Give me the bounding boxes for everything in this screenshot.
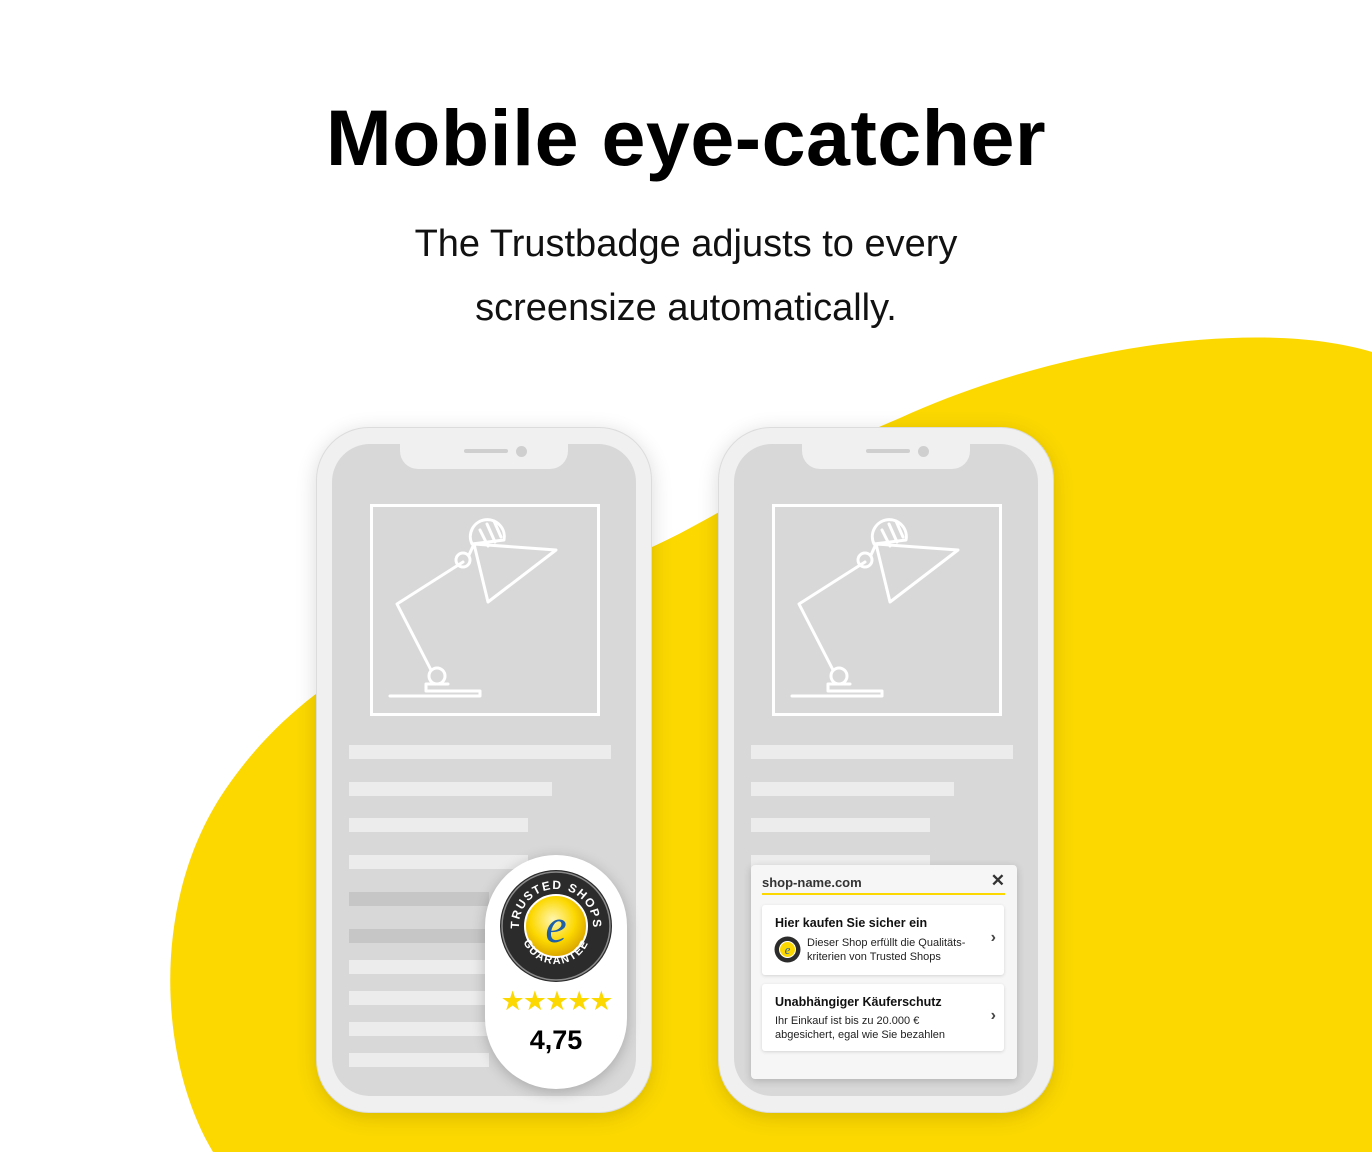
card-description: Ihr Einkauf ist bis zu 20.000 € abgesich…	[775, 1014, 975, 1042]
camera-icon	[918, 446, 929, 457]
shop-domain-label: shop-name.com	[762, 875, 862, 890]
placeholder-line	[349, 1022, 489, 1036]
trustbadge-button[interactable]: TRUSTED SHOPS GUARANTEE e ★★★★★ 4,75	[485, 855, 627, 1089]
speaker-icon	[866, 449, 910, 453]
page-subtitle: The Trustbadge adjusts to every screensi…	[0, 212, 1372, 340]
camera-icon	[516, 446, 527, 457]
phone-notch	[802, 444, 970, 469]
chevron-right-icon: ›	[990, 929, 996, 946]
trustbadge-panel: shop-name.com ✕ Hier kaufen Sie sicher e…	[751, 865, 1017, 1079]
subtitle-line-1: The Trustbadge adjusts to every	[414, 223, 958, 265]
placeholder-line	[349, 960, 489, 974]
placeholder-line	[751, 818, 930, 832]
svg-text:e: e	[545, 900, 566, 953]
card-text-line: abgesichert, egal wie Sie bezahlen	[775, 1029, 946, 1041]
secure-shopping-card[interactable]: Hier kaufen Sie sicher ein e Dieser Shop…	[762, 905, 1004, 975]
svg-text:e: e	[785, 942, 791, 957]
card-description: Dieser Shop erfüllt die Qualitäts- krite…	[807, 936, 989, 964]
desk-lamp-icon	[370, 504, 600, 716]
panel-divider	[762, 893, 1005, 895]
placeholder-line	[349, 855, 528, 869]
placeholder-line	[349, 818, 528, 832]
placeholder-line	[349, 892, 489, 906]
placeholder-line	[349, 929, 489, 943]
trusted-shops-seal-icon: TRUSTED SHOPS GUARANTEE e	[500, 870, 612, 982]
rating-stars: ★★★★★	[500, 986, 613, 1016]
card-text-line: Ihr Einkauf ist bis zu 20.000 €	[775, 1015, 920, 1027]
desk-lamp-icon	[772, 504, 1002, 716]
placeholder-line	[349, 782, 552, 796]
speaker-icon	[464, 449, 508, 453]
card-text-line: kriterien von Trusted Shops	[807, 951, 941, 963]
placeholder-line	[349, 991, 489, 1005]
close-icon[interactable]: ✕	[991, 871, 1005, 891]
card-title: Unabhängiger Käuferschutz	[775, 995, 942, 1009]
placeholder-line	[751, 782, 954, 796]
card-title: Hier kaufen Sie sicher ein	[775, 916, 928, 930]
placeholder-line	[349, 745, 611, 759]
rating-value: 4,75	[529, 1025, 583, 1055]
subtitle-line-2: screensize automatically.	[475, 287, 897, 329]
chevron-right-icon: ›	[990, 1007, 996, 1024]
phone-notch	[400, 444, 568, 469]
trusted-shops-seal-icon: e	[774, 936, 801, 963]
card-text-line: Dieser Shop erfüllt die Qualitäts-	[807, 937, 966, 949]
buyer-protection-card[interactable]: Unabhängiger Käuferschutz Ihr Einkauf is…	[762, 984, 1004, 1051]
placeholder-line	[751, 745, 1013, 759]
placeholder-line	[349, 1053, 489, 1067]
page-title: Mobile eye-catcher	[325, 93, 1047, 182]
